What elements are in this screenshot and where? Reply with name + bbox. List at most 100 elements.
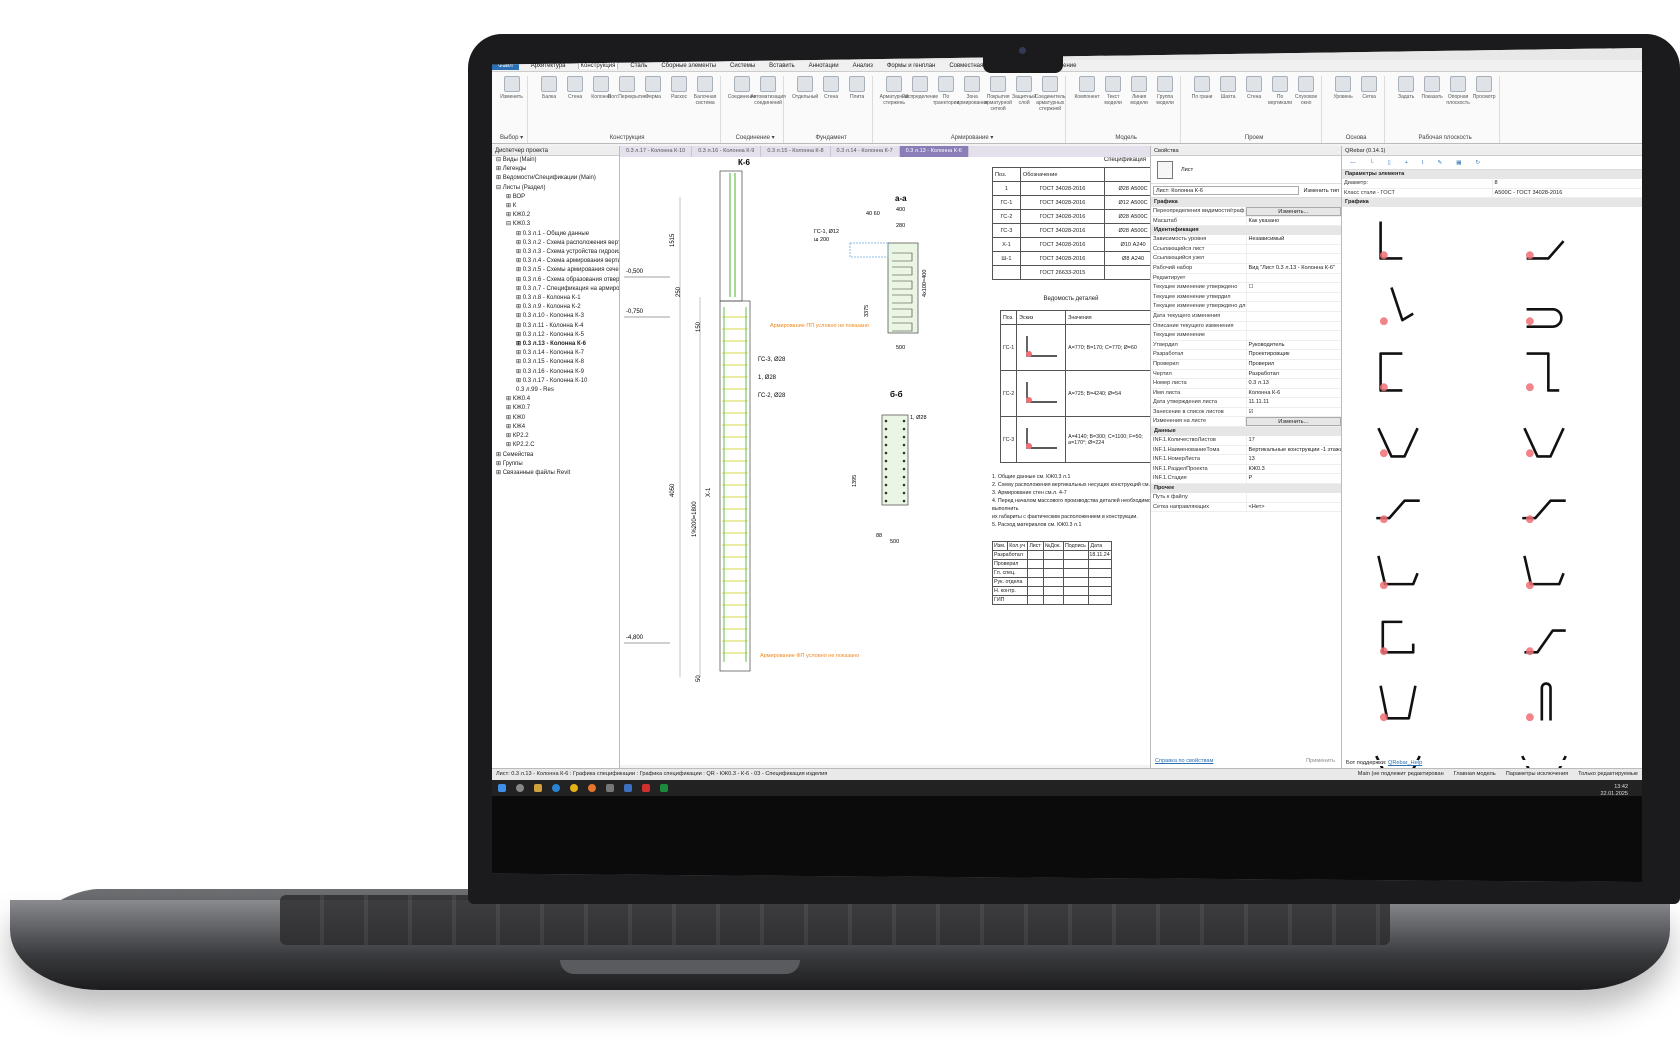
- rebar-shape[interactable]: [1494, 475, 1636, 537]
- property-value[interactable]: [1247, 254, 1342, 263]
- ribbon-tab[interactable]: Сборные элементы: [659, 63, 718, 69]
- search-icon[interactable]: [516, 784, 524, 792]
- view-tab[interactable]: 0.3 л.13 - Колонна К-6: [899, 146, 969, 157]
- property-value[interactable]: Проверил: [1247, 360, 1342, 369]
- browser-tree-item[interactable]: ⊞ КЖ0.7: [492, 404, 619, 413]
- revit-icon[interactable]: [624, 784, 632, 792]
- browser-tree-item[interactable]: ⊟ Виды (Main): [492, 156, 619, 165]
- browser-tree-item[interactable]: ⊞ 0.3 л.8 - Колонна К-1: [492, 294, 619, 303]
- app-icon[interactable]: [606, 784, 614, 792]
- browser-tree-item[interactable]: ⊞ 0.3 л.13 - Колонна К-6: [492, 340, 619, 349]
- ribbon-button[interactable]: Текст модели: [1102, 76, 1124, 116]
- browser-tree-item[interactable]: ⊞ КЖ4: [492, 423, 619, 432]
- property-value[interactable]: [1247, 245, 1342, 254]
- ribbon-button[interactable]: Просмотр: [1473, 76, 1496, 116]
- chrome-icon[interactable]: [570, 784, 578, 792]
- ribbon-button[interactable]: Покрытия арматурной сеткой: [984, 76, 1012, 116]
- browser-tree-item[interactable]: ⊞ КР2.2.С: [492, 441, 619, 450]
- ribbon-button[interactable]: Стена: [564, 76, 586, 116]
- property-value[interactable]: <Нет>: [1247, 503, 1342, 512]
- ribbon-button[interactable]: Задать: [1395, 76, 1417, 116]
- browser-tree-item[interactable]: ⊞ 0.3 л.4 - Схема армирования вертикальн…: [492, 257, 619, 266]
- ribbon-button[interactable]: Автоматизация соединений: [750, 76, 786, 116]
- property-value[interactable]: 17: [1247, 436, 1342, 445]
- browser-tree-item[interactable]: ⊞ 0.3 л.9 - Колонна К-2: [492, 303, 619, 312]
- ribbon-button[interactable]: Стена: [820, 76, 842, 116]
- ribbon-button[interactable]: Сетка: [1358, 76, 1380, 116]
- rebar-shape[interactable]: [1348, 607, 1490, 669]
- property-edit-button[interactable]: Изменить...: [1245, 417, 1341, 427]
- browser-tree-item[interactable]: ⊞ 0.3 л.3 - Схема устройства гидроизоляц…: [492, 248, 619, 257]
- ribbon-button[interactable]: Пол:Перекрытие: [608, 76, 647, 116]
- apply-button[interactable]: Применить: [1306, 758, 1335, 764]
- browser-tree-item[interactable]: ⊞ 0.3 л.5 - Схемы армирования сечений ст…: [492, 266, 619, 275]
- property-value[interactable]: [1247, 331, 1342, 340]
- browser-tree-item[interactable]: ⊞ Семейства: [492, 451, 619, 460]
- browser-tree-item[interactable]: 0.3 л.99 - Res: [492, 386, 619, 395]
- ribbon-button[interactable]: Компонент: [1075, 76, 1100, 116]
- ribbon-button[interactable]: Соединитель арматурных стержней: [1035, 76, 1065, 116]
- browser-tree-item[interactable]: ⊞ КЖ0.2: [492, 211, 619, 220]
- browser-tree-item[interactable]: ⊞ КЖ0.4: [492, 395, 619, 404]
- ribbon-button[interactable]: Уровень: [1332, 76, 1354, 116]
- property-value[interactable]: [1247, 293, 1342, 302]
- table-icon[interactable]: ▦: [1456, 160, 1461, 166]
- property-value[interactable]: Независимый: [1247, 235, 1342, 244]
- wand-icon[interactable]: ✎: [1438, 160, 1443, 166]
- view-tab[interactable]: 0.3 л.15 - Колонна К-8: [761, 146, 831, 157]
- property-value[interactable]: [1247, 322, 1342, 331]
- ribbon-button[interactable]: Показать: [1421, 76, 1443, 116]
- browser-tree-item[interactable]: ⊞ КР2.2: [492, 432, 619, 441]
- rebar-shape[interactable]: [1494, 541, 1636, 603]
- ribbon-button[interactable]: Ферма: [642, 76, 664, 116]
- browser-tree-item[interactable]: ⊞ К: [492, 202, 619, 211]
- browser-tree-item[interactable]: ⊞ 0.3 л.12 - Колонна К-5: [492, 331, 619, 340]
- browser-tree-item[interactable]: ⊟ КЖ0.3: [492, 220, 619, 229]
- ribbon-button[interactable]: По вертикали: [1268, 76, 1292, 116]
- property-value[interactable]: Вид "Лист 0.3 л.13 - Колонна К-6": [1247, 264, 1342, 273]
- rebar-shape[interactable]: [1348, 277, 1490, 339]
- property-value[interactable]: Проектировщик: [1247, 350, 1342, 359]
- browser-tree-item[interactable]: ⊞ 0.3 л.17 - Колонна К-10: [492, 377, 619, 386]
- acrobat-icon[interactable]: [642, 784, 650, 792]
- browser-tree-item[interactable]: ⊞ Связанные файлы Revit: [492, 469, 619, 478]
- ribbon-button[interactable]: Отдельный: [792, 76, 818, 116]
- property-value[interactable]: ☑: [1247, 408, 1342, 417]
- ribbon-button[interactable]: Распределение: [902, 76, 938, 116]
- editable-only-toggle[interactable]: Только редактируемые: [1578, 771, 1638, 778]
- property-value[interactable]: [1247, 274, 1342, 283]
- exclusion-params-toggle[interactable]: Параметры исключения: [1506, 771, 1568, 778]
- rebar-shape[interactable]: [1494, 409, 1636, 471]
- rebar-shape[interactable]: [1494, 277, 1636, 339]
- ribbon-button[interactable]: Раскос: [668, 76, 690, 116]
- stirrup-icon[interactable]: ▯: [1388, 160, 1391, 166]
- property-value[interactable]: Колонна К-6: [1247, 389, 1342, 398]
- rebar-shape[interactable]: [1494, 673, 1636, 735]
- ribbon-button[interactable]: Шахта: [1217, 76, 1239, 116]
- ribbon-button[interactable]: Линия модели: [1128, 76, 1150, 116]
- property-value[interactable]: [1247, 302, 1342, 311]
- workset-select[interactable]: Main (не подлежит редактирован: [1358, 771, 1444, 778]
- ribbon-button[interactable]: Стена: [1243, 76, 1265, 116]
- property-value[interactable]: Как указано: [1247, 217, 1342, 226]
- edge-icon[interactable]: [552, 784, 560, 792]
- browser-tree-item[interactable]: ⊞ 0.3 л.10 - Колонна К-3: [492, 312, 619, 321]
- browser-tree-item[interactable]: ⊞ 0.3 л.16 - Колонна К-9: [492, 368, 619, 377]
- view-tab[interactable]: 0.3 л.17 - Колонна К-10: [620, 146, 693, 157]
- rebar-shape[interactable]: [1348, 409, 1490, 471]
- minus-icon[interactable]: —: [1350, 160, 1356, 166]
- property-value[interactable]: [1247, 312, 1342, 321]
- ribbon-button[interactable]: Зона армирования: [957, 76, 988, 116]
- ribbon-button[interactable]: По траектории: [933, 76, 959, 116]
- ribbon-button[interactable]: Изменить: [500, 76, 523, 116]
- property-value[interactable]: Р: [1247, 474, 1342, 483]
- rebar-shape[interactable]: [1348, 343, 1490, 405]
- ribbon-tab[interactable]: Системы: [728, 63, 757, 69]
- properties-help-link[interactable]: Справка по свойствам: [1155, 758, 1213, 764]
- property-value[interactable]: ☐: [1247, 283, 1342, 292]
- rebar-shape[interactable]: [1494, 211, 1636, 273]
- property-value[interactable]: 13: [1247, 455, 1342, 464]
- edit-type-button[interactable]: Изменить тип: [1303, 188, 1339, 194]
- excel-icon[interactable]: [660, 784, 668, 792]
- refresh-icon[interactable]: ↻: [1475, 160, 1480, 166]
